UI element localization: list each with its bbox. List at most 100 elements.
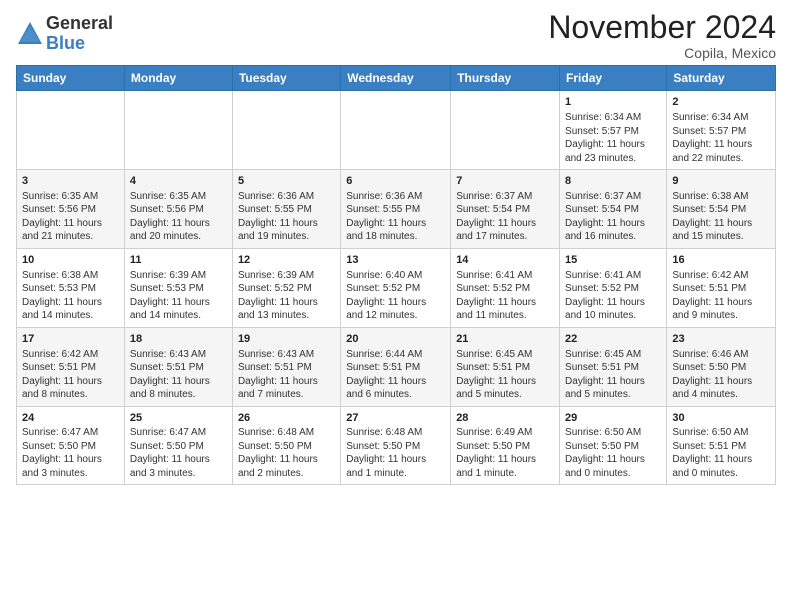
day-info: Sunrise: 6:38 AMSunset: 5:54 PMDaylight:… <box>672 190 770 244</box>
day-info: Sunrise: 6:41 AMSunset: 5:52 PMDaylight:… <box>456 269 554 323</box>
table-row: 28Sunrise: 6:49 AMSunset: 5:50 PMDayligh… <box>451 406 560 485</box>
day-number: 26 <box>238 411 335 426</box>
table-row: 12Sunrise: 6:39 AMSunset: 5:52 PMDayligh… <box>232 248 340 327</box>
table-row: 5Sunrise: 6:36 AMSunset: 5:55 PMDaylight… <box>232 170 340 249</box>
table-row: 20Sunrise: 6:44 AMSunset: 5:51 PMDayligh… <box>341 327 451 406</box>
day-info: Sunrise: 6:34 AMSunset: 5:57 PMDaylight:… <box>565 111 661 165</box>
logo-blue: Blue <box>46 34 113 54</box>
day-info: Sunrise: 6:45 AMSunset: 5:51 PMDaylight:… <box>565 348 661 402</box>
table-row: 1Sunrise: 6:34 AMSunset: 5:57 PMDaylight… <box>560 91 667 170</box>
day-number: 16 <box>672 253 770 268</box>
day-info: Sunrise: 6:48 AMSunset: 5:50 PMDaylight:… <box>238 426 335 480</box>
day-number: 20 <box>346 332 445 347</box>
page: General Blue November 2024 Copila, Mexic… <box>0 0 792 612</box>
day-info: Sunrise: 6:47 AMSunset: 5:50 PMDaylight:… <box>22 426 119 480</box>
day-info: Sunrise: 6:39 AMSunset: 5:53 PMDaylight:… <box>130 269 227 323</box>
day-info: Sunrise: 6:45 AMSunset: 5:51 PMDaylight:… <box>456 348 554 402</box>
table-row: 15Sunrise: 6:41 AMSunset: 5:52 PMDayligh… <box>560 248 667 327</box>
table-row: 2Sunrise: 6:34 AMSunset: 5:57 PMDaylight… <box>667 91 776 170</box>
day-info: Sunrise: 6:41 AMSunset: 5:52 PMDaylight:… <box>565 269 661 323</box>
day-number: 25 <box>130 411 227 426</box>
calendar-week-row: 17Sunrise: 6:42 AMSunset: 5:51 PMDayligh… <box>17 327 776 406</box>
day-number: 22 <box>565 332 661 347</box>
day-number: 4 <box>130 174 227 189</box>
day-number: 2 <box>672 95 770 110</box>
day-info: Sunrise: 6:43 AMSunset: 5:51 PMDaylight:… <box>130 348 227 402</box>
table-row: 6Sunrise: 6:36 AMSunset: 5:55 PMDaylight… <box>341 170 451 249</box>
day-info: Sunrise: 6:42 AMSunset: 5:51 PMDaylight:… <box>672 269 770 323</box>
header: General Blue November 2024 Copila, Mexic… <box>16 10 776 61</box>
day-number: 24 <box>22 411 119 426</box>
table-row: 30Sunrise: 6:50 AMSunset: 5:51 PMDayligh… <box>667 406 776 485</box>
day-info: Sunrise: 6:47 AMSunset: 5:50 PMDaylight:… <box>130 426 227 480</box>
day-info: Sunrise: 6:42 AMSunset: 5:51 PMDaylight:… <box>22 348 119 402</box>
table-row: 17Sunrise: 6:42 AMSunset: 5:51 PMDayligh… <box>17 327 125 406</box>
day-info: Sunrise: 6:48 AMSunset: 5:50 PMDaylight:… <box>346 426 445 480</box>
day-number: 9 <box>672 174 770 189</box>
day-info: Sunrise: 6:36 AMSunset: 5:55 PMDaylight:… <box>238 190 335 244</box>
logo-icon <box>16 20 44 48</box>
day-info: Sunrise: 6:35 AMSunset: 5:56 PMDaylight:… <box>130 190 227 244</box>
col-saturday: Saturday <box>667 66 776 91</box>
day-number: 11 <box>130 253 227 268</box>
day-info: Sunrise: 6:49 AMSunset: 5:50 PMDaylight:… <box>456 426 554 480</box>
day-info: Sunrise: 6:36 AMSunset: 5:55 PMDaylight:… <box>346 190 445 244</box>
day-info: Sunrise: 6:40 AMSunset: 5:52 PMDaylight:… <box>346 269 445 323</box>
day-info: Sunrise: 6:50 AMSunset: 5:50 PMDaylight:… <box>565 426 661 480</box>
day-number: 6 <box>346 174 445 189</box>
calendar-week-row: 10Sunrise: 6:38 AMSunset: 5:53 PMDayligh… <box>17 248 776 327</box>
col-monday: Monday <box>124 66 232 91</box>
logo-text: General Blue <box>46 14 113 54</box>
calendar-week-row: 24Sunrise: 6:47 AMSunset: 5:50 PMDayligh… <box>17 406 776 485</box>
calendar-header-row: Sunday Monday Tuesday Wednesday Thursday… <box>17 66 776 91</box>
day-number: 29 <box>565 411 661 426</box>
table-row: 16Sunrise: 6:42 AMSunset: 5:51 PMDayligh… <box>667 248 776 327</box>
logo: General Blue <box>16 14 113 54</box>
day-number: 7 <box>456 174 554 189</box>
day-info: Sunrise: 6:44 AMSunset: 5:51 PMDaylight:… <box>346 348 445 402</box>
table-row <box>17 91 125 170</box>
table-row: 8Sunrise: 6:37 AMSunset: 5:54 PMDaylight… <box>560 170 667 249</box>
day-number: 1 <box>565 95 661 110</box>
day-info: Sunrise: 6:38 AMSunset: 5:53 PMDaylight:… <box>22 269 119 323</box>
logo-general: General <box>46 14 113 34</box>
table-row: 21Sunrise: 6:45 AMSunset: 5:51 PMDayligh… <box>451 327 560 406</box>
day-number: 12 <box>238 253 335 268</box>
table-row <box>451 91 560 170</box>
day-info: Sunrise: 6:39 AMSunset: 5:52 PMDaylight:… <box>238 269 335 323</box>
table-row <box>232 91 340 170</box>
day-info: Sunrise: 6:37 AMSunset: 5:54 PMDaylight:… <box>565 190 661 244</box>
table-row: 18Sunrise: 6:43 AMSunset: 5:51 PMDayligh… <box>124 327 232 406</box>
day-number: 21 <box>456 332 554 347</box>
table-row: 22Sunrise: 6:45 AMSunset: 5:51 PMDayligh… <box>560 327 667 406</box>
day-info: Sunrise: 6:35 AMSunset: 5:56 PMDaylight:… <box>22 190 119 244</box>
table-row: 29Sunrise: 6:50 AMSunset: 5:50 PMDayligh… <box>560 406 667 485</box>
day-info: Sunrise: 6:34 AMSunset: 5:57 PMDaylight:… <box>672 111 770 165</box>
day-number: 3 <box>22 174 119 189</box>
table-row: 27Sunrise: 6:48 AMSunset: 5:50 PMDayligh… <box>341 406 451 485</box>
table-row: 26Sunrise: 6:48 AMSunset: 5:50 PMDayligh… <box>232 406 340 485</box>
table-row: 4Sunrise: 6:35 AMSunset: 5:56 PMDaylight… <box>124 170 232 249</box>
day-info: Sunrise: 6:37 AMSunset: 5:54 PMDaylight:… <box>456 190 554 244</box>
day-number: 10 <box>22 253 119 268</box>
calendar-table: Sunday Monday Tuesday Wednesday Thursday… <box>16 65 776 485</box>
table-row: 13Sunrise: 6:40 AMSunset: 5:52 PMDayligh… <box>341 248 451 327</box>
day-number: 27 <box>346 411 445 426</box>
col-thursday: Thursday <box>451 66 560 91</box>
day-number: 15 <box>565 253 661 268</box>
day-number: 17 <box>22 332 119 347</box>
table-row: 24Sunrise: 6:47 AMSunset: 5:50 PMDayligh… <box>17 406 125 485</box>
table-row: 25Sunrise: 6:47 AMSunset: 5:50 PMDayligh… <box>124 406 232 485</box>
day-number: 30 <box>672 411 770 426</box>
table-row <box>341 91 451 170</box>
col-friday: Friday <box>560 66 667 91</box>
table-row: 23Sunrise: 6:46 AMSunset: 5:50 PMDayligh… <box>667 327 776 406</box>
day-number: 28 <box>456 411 554 426</box>
table-row <box>124 91 232 170</box>
day-info: Sunrise: 6:46 AMSunset: 5:50 PMDaylight:… <box>672 348 770 402</box>
day-number: 5 <box>238 174 335 189</box>
calendar-week-row: 1Sunrise: 6:34 AMSunset: 5:57 PMDaylight… <box>17 91 776 170</box>
col-sunday: Sunday <box>17 66 125 91</box>
day-number: 19 <box>238 332 335 347</box>
day-info: Sunrise: 6:50 AMSunset: 5:51 PMDaylight:… <box>672 426 770 480</box>
